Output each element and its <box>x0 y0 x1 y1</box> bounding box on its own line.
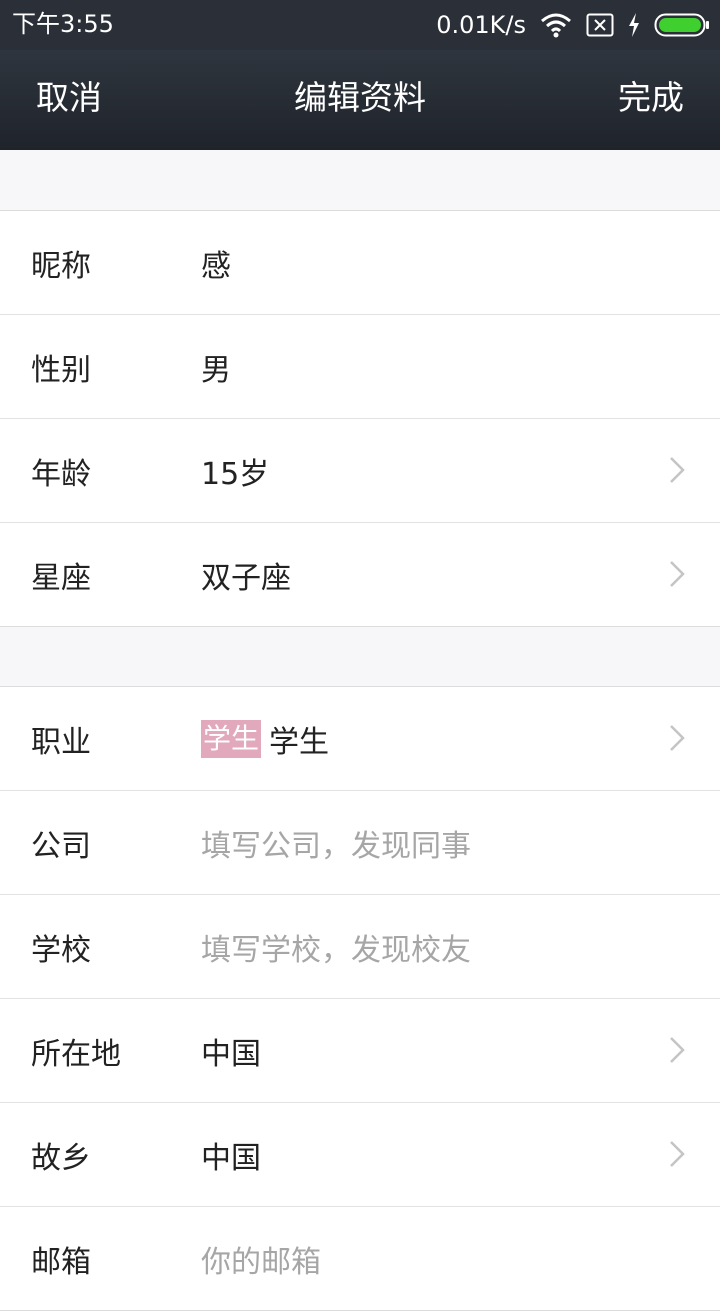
status-time: 下午3:55 <box>12 10 114 38</box>
occupation-tag: 学生 <box>201 719 262 758</box>
row-label: 故乡 <box>31 1140 91 1176</box>
chevron-right-icon <box>670 1141 685 1167</box>
row-label: 学校 <box>31 932 91 968</box>
chevron-right-icon <box>670 1037 685 1063</box>
row-location[interactable]: 所在地 中国 <box>0 999 720 1103</box>
profile-detail-group: 职业 学生 学生 公司 填写公司，发现同事 学校 填写学校，发现校友 所在地 中… <box>0 686 720 1311</box>
row-occupation[interactable]: 职业 学生 学生 <box>0 687 720 791</box>
hometown-value: 中国 <box>201 1140 261 1176</box>
page-title: 编辑资料 <box>294 78 426 117</box>
sim-off-icon <box>586 13 614 37</box>
gender-value: 男 <box>201 352 231 388</box>
row-email[interactable]: 邮箱 你的邮箱 <box>0 1207 720 1310</box>
occupation-text: 学生 <box>269 724 330 760</box>
company-input[interactable]: 填写公司，发现同事 <box>201 821 471 865</box>
row-label: 昵称 <box>31 248 91 284</box>
charging-icon <box>629 13 639 37</box>
status-bar: 下午3:55 0.01K/s <box>0 0 720 50</box>
wifi-icon <box>541 13 571 38</box>
row-constellation[interactable]: 星座 双子座 <box>0 523 720 626</box>
network-speed: 0.01K/s <box>436 11 526 39</box>
age-value: 15岁 <box>201 456 270 492</box>
nav-bar: 取消 编辑资料 完成 <box>0 50 720 150</box>
profile-basic-group: 昵称 感 性别 男 年龄 15岁 星座 双子座 <box>0 210 720 627</box>
row-label: 年龄 <box>31 456 91 492</box>
row-school[interactable]: 学校 填写学校，发现校友 <box>0 895 720 999</box>
occupation-value: 学生 学生 <box>201 717 329 761</box>
row-label: 职业 <box>31 724 91 760</box>
chevron-right-icon <box>670 725 685 751</box>
chevron-right-icon <box>670 561 685 587</box>
row-nickname[interactable]: 昵称 感 <box>0 211 720 315</box>
row-hometown[interactable]: 故乡 中国 <box>0 1103 720 1207</box>
row-label: 公司 <box>31 828 91 864</box>
row-label: 邮箱 <box>31 1244 91 1280</box>
chevron-right-icon <box>670 457 685 483</box>
email-input[interactable]: 你的邮箱 <box>201 1237 321 1281</box>
row-label: 所在地 <box>31 1036 121 1072</box>
battery-icon <box>654 13 709 37</box>
status-icons: 0.01K/s <box>436 8 710 42</box>
row-label: 星座 <box>31 560 91 596</box>
nickname-value[interactable]: 感 <box>201 241 231 285</box>
row-company[interactable]: 公司 填写公司，发现同事 <box>0 791 720 895</box>
constellation-value: 双子座 <box>201 560 291 596</box>
row-label: 性别 <box>31 352 91 388</box>
school-input[interactable]: 填写学校，发现校友 <box>201 925 471 969</box>
row-gender[interactable]: 性别 男 <box>0 315 720 419</box>
location-value: 中国 <box>201 1036 261 1072</box>
done-button[interactable]: 完成 <box>618 74 684 122</box>
row-age[interactable]: 年龄 15岁 <box>0 419 720 523</box>
